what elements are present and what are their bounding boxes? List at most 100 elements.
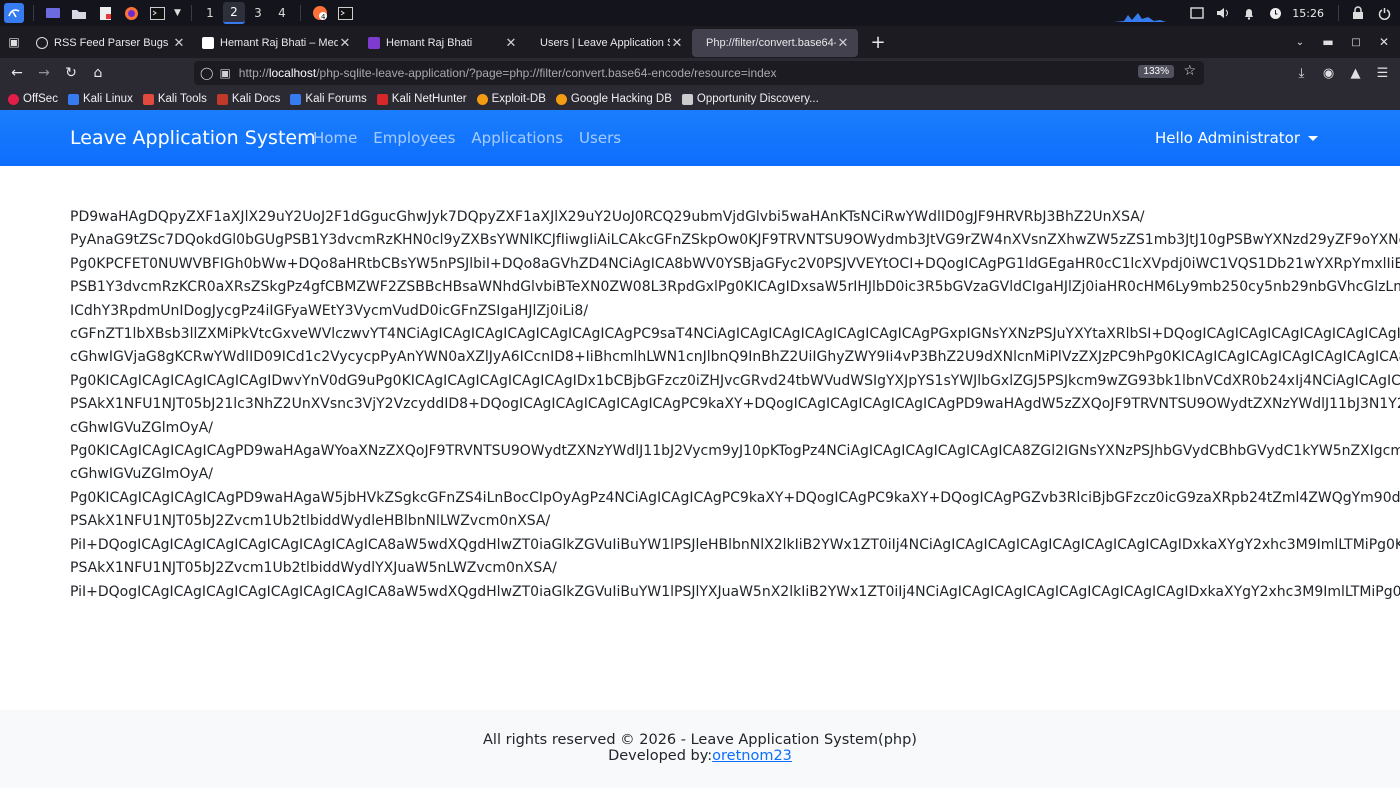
close-icon[interactable]: ✕ (338, 36, 352, 51)
bookmark-label: OffSec (23, 93, 58, 105)
taskbar-separator (1338, 5, 1339, 21)
zoom-level-badge[interactable]: 133% (1138, 65, 1174, 78)
bookmark-kali-docs[interactable]: Kali Docs (216, 93, 281, 105)
workspace-4[interactable]: 4 (271, 2, 293, 24)
chevron-down-icon[interactable]: ▼ (174, 8, 181, 18)
desktop-icon[interactable] (43, 3, 63, 23)
offsec-icon (8, 93, 19, 105)
page-footer: All rights reserved © 2026 - Leave Appli… (0, 710, 1400, 788)
nav-link-applications[interactable]: Applications (471, 129, 563, 147)
account-icon[interactable]: ◉ (1315, 66, 1342, 81)
close-icon[interactable]: ✕ (172, 36, 186, 51)
toolbar-right: ⤓ ◉ ▲ ☰ (1288, 58, 1396, 88)
url-text[interactable]: http://localhost/php-sqlite-leave-applic… (239, 66, 777, 80)
bookmark-opportunity[interactable]: Opportunity Discovery... (681, 93, 819, 105)
lock-icon[interactable] (1348, 3, 1368, 23)
tab-overview-icon[interactable]: ▣ (0, 35, 28, 49)
shield-icon[interactable]: ◯ (200, 66, 213, 80)
workspace-2[interactable]: 2 (222, 2, 245, 24)
back-button[interactable]: ← (4, 60, 30, 86)
bookmark-star-icon[interactable]: ☆ (1183, 63, 1196, 79)
chevron-down-icon[interactable]: ⌄ (1288, 37, 1312, 48)
terminal-window-icon[interactable] (336, 3, 356, 23)
bookmark-label: Google Hacking DB (570, 93, 672, 105)
window-icon[interactable] (1187, 3, 1207, 23)
new-tab-button[interactable]: + (868, 32, 888, 53)
folder-icon[interactable] (69, 3, 89, 23)
downloads-icon[interactable]: ⤓ (1288, 66, 1315, 81)
firefox-icon[interactable] (121, 3, 141, 23)
minimize-button[interactable]: ▬ (1316, 35, 1340, 49)
clock[interactable]: 15:26 (1292, 7, 1324, 20)
bookmark-label: Kali Docs (231, 93, 281, 105)
reload-button[interactable]: ↻ (58, 60, 84, 86)
maximize-button[interactable]: □ (1344, 37, 1368, 48)
close-icon[interactable]: ✕ (504, 36, 518, 51)
bookmark-offsec[interactable]: OffSec (8, 93, 58, 105)
bookmark-ghdb[interactable]: Google Hacking DB (555, 93, 672, 105)
text-editor-icon[interactable] (95, 3, 115, 23)
browser-tab-users[interactable]: Users | Leave Application Sys ✕ (526, 29, 692, 57)
base64-line: Pg0KPCFET0NUWVBFIGh0bWw+DQo8aHRtbCBsYW5n… (70, 255, 1400, 272)
bookmark-label: Exploit-DB (491, 93, 546, 105)
base64-line: Pg0KICAgICAgICAgICAgPD9waHAgaW5jbHVkZSgk… (70, 489, 1400, 506)
workspace-3[interactable]: 3 (247, 2, 269, 24)
tab-label: Php://filter/convert.base64-e (706, 37, 836, 49)
os-taskbar: ▼ 1 2 3 4 4 15:26 (0, 0, 1400, 26)
bookmark-page-icon (681, 93, 693, 105)
kali-forums-icon (290, 93, 302, 105)
bookmark-kali-forums[interactable]: Kali Forums (290, 93, 367, 105)
bookmark-kali-nethunter[interactable]: Kali NetHunter (376, 93, 467, 105)
exploit-db-icon (476, 93, 488, 105)
base64-line: PiI+DQogICAgICAgICAgICAgICAgICAgICAgICA8… (70, 536, 1400, 553)
close-icon[interactable]: ✕ (670, 36, 684, 51)
workspace-1[interactable]: 1 (199, 2, 221, 24)
browser-tab-strip: ▣ RSS Feed Parser Bugs ✕ Hemant Raj Bhat… (0, 26, 1400, 58)
volume-icon[interactable] (1213, 3, 1233, 23)
base64-line: PSAkX1NFU1NJT05bJ21lc3NhZ2UnXVsnc3VjY2Vz… (70, 396, 1400, 413)
base64-line: PyAnaG9tZSc7DQokdGl0bGUgPSB1Y3dvcmRzKHN0… (70, 232, 1400, 249)
globe-icon (36, 37, 48, 49)
home-button[interactable]: ⌂ (85, 60, 111, 86)
power-icon[interactable] (1374, 3, 1394, 23)
base64-line: PiI+DQogICAgICAgICAgICAgICAgICAgICAgICA8… (70, 583, 1400, 600)
bell-icon[interactable] (1239, 3, 1259, 23)
browser-tab-htb[interactable]: Hemant Raj Bhati ✕ (360, 29, 526, 57)
page-info-icon[interactable]: ▣ (219, 66, 230, 80)
bookmark-label: Kali NetHunter (391, 93, 467, 105)
close-icon[interactable]: ✕ (836, 36, 850, 51)
user-dropdown[interactable]: Hello Administrator (1155, 129, 1318, 147)
nav-link-employees[interactable]: Employees (373, 129, 455, 147)
url-host: localhost (268, 66, 317, 80)
url-path: /php-sqlite-leave-application/?page=php:… (316, 66, 777, 80)
tab-label: Users | Leave Application Sys (540, 37, 670, 49)
browser-tab-rss[interactable]: RSS Feed Parser Bugs ✕ (28, 29, 194, 57)
app-brand[interactable]: Leave Application System (70, 127, 316, 149)
author-link[interactable]: oretnom23 (712, 748, 792, 764)
nav-link-users[interactable]: Users (579, 129, 621, 147)
base64-line: cGhwIGVuZGlmOyA/ (70, 419, 213, 436)
ghdb-icon (555, 93, 567, 105)
terminal-icon[interactable] (147, 3, 167, 23)
kali-menu-icon[interactable] (4, 3, 24, 23)
base64-line: cGhwIGVjaG8gKCRwYWdlID09ICd1c2VycycpPyAn… (70, 349, 1400, 366)
kali-icon (67, 93, 79, 105)
developer-credit: Developed by:oretnom23 (0, 748, 1400, 764)
address-bar[interactable]: ◯ ▣ http://localhost/php-sqlite-leave-ap… (194, 61, 1204, 85)
browser-tab-medium[interactable]: Hemant Raj Bhati – Mediu ✕ (194, 29, 360, 57)
window-controls: ⌄ ▬ □ ✕ (1288, 26, 1400, 58)
bookmark-exploit-db[interactable]: Exploit-DB (476, 93, 546, 105)
forward-button[interactable]: → (31, 60, 57, 86)
bookmark-kali-tools[interactable]: Kali Tools (142, 93, 207, 105)
tab-label: Hemant Raj Bhati – Mediu (220, 37, 338, 49)
extensions-icon[interactable]: ▲ (1342, 66, 1369, 81)
bookmarks-bar: OffSec Kali Linux Kali Tools Kali Docs K… (0, 88, 1400, 110)
medium-icon (202, 37, 214, 49)
firefox-window-icon[interactable]: 4 (310, 3, 330, 23)
menu-icon[interactable]: ☰ (1369, 66, 1396, 81)
browser-tab-active[interactable]: Php://filter/convert.base64-e ✕ (692, 29, 858, 57)
clock-icon (1265, 3, 1285, 23)
nav-link-home[interactable]: Home (313, 129, 357, 147)
close-window-button[interactable]: ✕ (1372, 35, 1396, 49)
bookmark-kali-linux[interactable]: Kali Linux (67, 93, 133, 105)
